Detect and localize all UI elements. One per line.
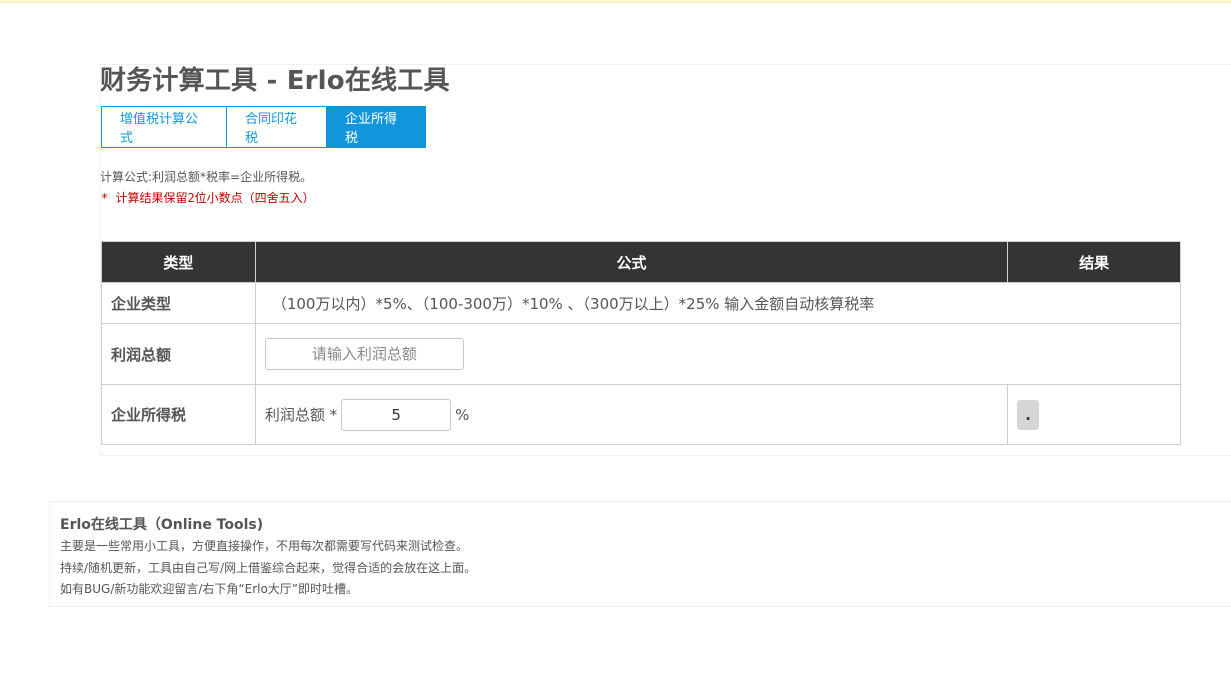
table-row: 企业所得税 利润总额 * % .: [101, 384, 1181, 445]
result-value: .: [1017, 399, 1040, 430]
table-row: 企业类型 （100万以内）*5%、（100-300万）*10% 、（300万以上…: [101, 282, 1182, 324]
tax-rate-input[interactable]: [341, 398, 452, 431]
about-title: Erlo在线工具（Online Tools): [60, 517, 264, 533]
percent-sign: %: [455, 405, 470, 424]
top-notice-strip: [0, 0, 1231, 3]
header-type: 类型: [101, 241, 256, 283]
page-title: 财务计算工具 - Erlo在线工具: [100, 66, 450, 96]
calculation-table: 类型 公式 结果 企业类型 （100万以内）*5%、（100-300万）*10%…: [101, 241, 1182, 445]
about-line: 持续/随机更新，工具由自己写/网上借鉴综合起来，觉得合适的会放在这上面。: [60, 561, 477, 575]
header-result: 结果: [1007, 241, 1181, 283]
tab-bar: 增值税计算公式 合同印花税 企业所得税: [101, 106, 426, 148]
row-label-enterprise-type: 企业类型: [101, 282, 256, 324]
rounding-note: * 计算结果保留2位小数点（四舍五入）: [101, 191, 315, 205]
row-label-income-tax: 企业所得税: [101, 384, 256, 445]
about-line: 如有BUG/新功能欢迎留言/右下角“Erlo大厅”即时吐槽。: [60, 582, 359, 596]
header-formula: 公式: [254, 241, 1009, 283]
tab-contract-stamp-duty[interactable]: 合同印花税: [227, 106, 327, 148]
table-row: 利润总额: [101, 323, 1182, 385]
tab-vat-formula[interactable]: 增值税计算公式: [101, 106, 227, 148]
total-profit-input[interactable]: [264, 338, 464, 370]
table-header-row: 类型 公式 结果: [101, 241, 1181, 283]
row-label-total-profit: 利润总额: [101, 323, 256, 385]
formula-note: 计算公式:利润总额*税率=企业所得税。: [100, 170, 313, 184]
profit-multiplier-label: 利润总额 *: [264, 406, 338, 424]
tax-rate-description: （100万以内）*5%、（100-300万）*10% 、（300万以上）*25%…: [254, 282, 1182, 324]
about-section: Erlo在线工具（Online Tools) 主要是一些常用小工具，方便直接操作…: [49, 501, 1231, 607]
about-line: 主要是一些常用小工具，方便直接操作，不用每次都需要写代码来测试检查。: [60, 539, 469, 553]
tab-corporate-income-tax[interactable]: 企业所得税: [327, 106, 426, 148]
